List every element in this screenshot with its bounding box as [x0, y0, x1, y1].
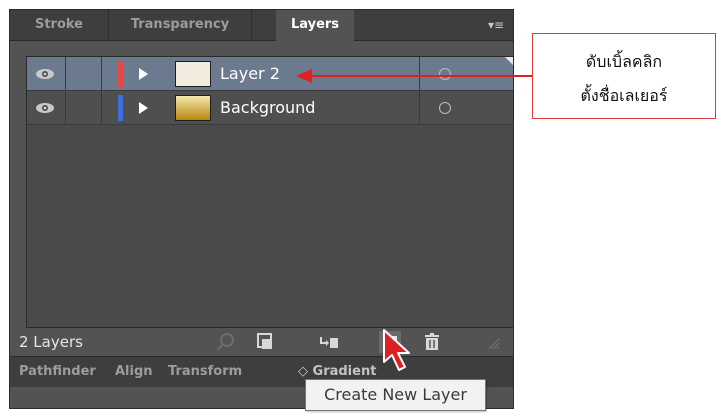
tooltip: Create New Layer — [305, 379, 486, 411]
panel-menu-icon[interactable]: ▾≡ — [487, 16, 505, 34]
panel-tab-bar: Stroke Transparency Layers ▾≡ — [10, 10, 513, 41]
delete-icon[interactable] — [421, 331, 443, 353]
expand-triangle-icon[interactable] — [139, 102, 148, 114]
resize-grip-icon[interactable] — [486, 336, 500, 350]
callout-box: ดับเบิ้ลคลิก ตั้งชื่อเลเยอร์ — [532, 33, 716, 119]
create-sublayer-icon[interactable] — [318, 331, 340, 353]
column-divider — [101, 57, 102, 91]
target-circle-icon[interactable] — [439, 68, 451, 80]
tab-stroke[interactable]: Stroke — [10, 10, 109, 40]
column-divider — [419, 57, 420, 91]
layer-name[interactable]: Background — [220, 91, 315, 125]
tab-transparency[interactable]: Transparency — [109, 10, 252, 40]
tab-layers[interactable]: Layers — [276, 10, 354, 41]
tab-transform[interactable]: Transform — [168, 357, 242, 387]
layer-thumbnail — [175, 61, 211, 87]
tab-pathfinder[interactable]: Pathfinder — [19, 357, 96, 387]
locate-object-icon[interactable] — [216, 331, 238, 353]
selection-corner-icon — [505, 57, 513, 65]
make-clipping-mask-icon[interactable] — [254, 331, 276, 353]
eye-icon[interactable] — [34, 101, 56, 115]
column-divider — [419, 91, 420, 125]
layer-row-background[interactable]: Background — [27, 91, 513, 125]
column-divider — [65, 91, 66, 125]
layer-row-layer-2[interactable]: Layer 2 — [27, 57, 513, 91]
layers-panel: Stroke Transparency Layers ▾≡ Layer 2 Ba… — [9, 9, 514, 409]
layer-count: 2 Layers — [19, 333, 83, 351]
eye-icon[interactable] — [34, 67, 56, 81]
layer-color-bar — [118, 95, 123, 121]
column-divider — [101, 91, 102, 125]
column-divider — [65, 57, 66, 91]
panel-bottom-bar: 2 Layers — [10, 328, 513, 356]
callout-text-line-1: ดับเบิ้ลคลิก — [585, 52, 663, 71]
expand-triangle-icon[interactable] — [139, 68, 148, 80]
callout-text-line-2: ตั้งชื่อเลเยอร์ — [580, 86, 668, 105]
layer-color-bar — [118, 61, 123, 87]
target-circle-icon[interactable] — [439, 102, 451, 114]
tab-align[interactable]: Align — [115, 357, 153, 387]
layers-list: Layer 2 Background — [26, 56, 514, 328]
cursor-arrow-icon — [383, 329, 410, 371]
layer-thumbnail — [175, 95, 211, 121]
layer-name[interactable]: Layer 2 — [220, 57, 280, 91]
